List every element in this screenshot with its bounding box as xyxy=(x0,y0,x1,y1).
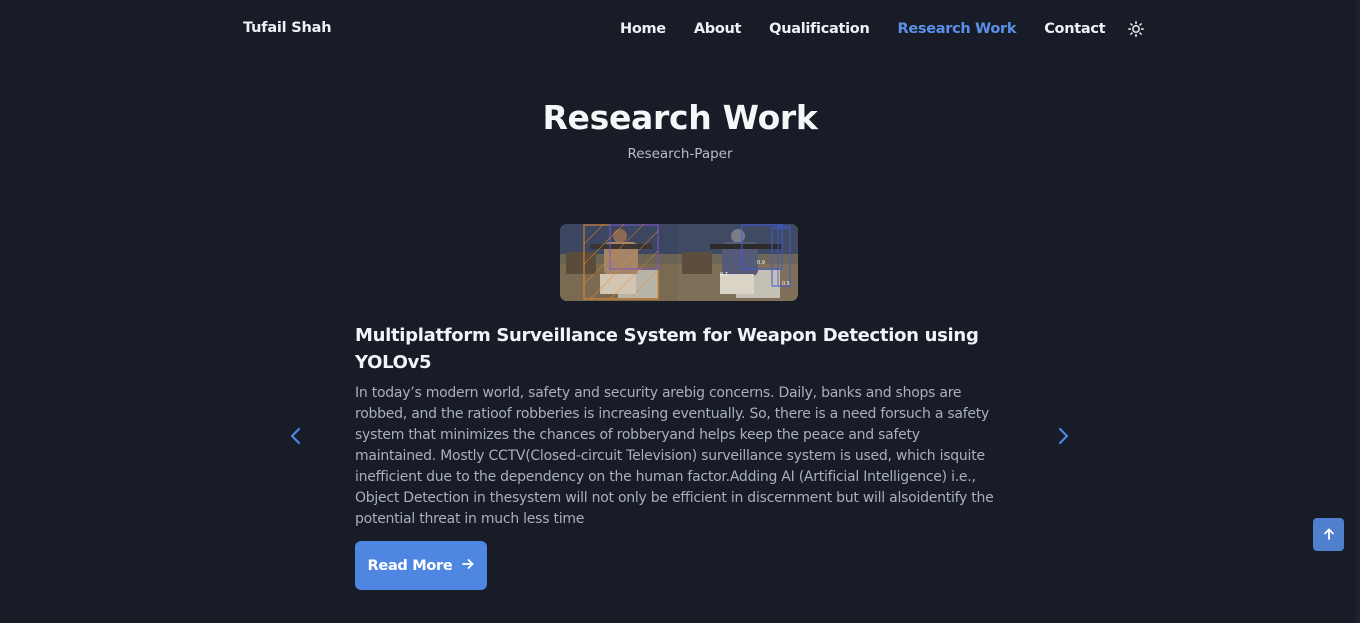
slide-title: Multiplatform Surveillance System for We… xyxy=(355,325,979,373)
site-logo[interactable]: Tufail Shah xyxy=(243,20,332,36)
scrollbar[interactable] xyxy=(1356,0,1360,623)
nav-contact[interactable]: Contact xyxy=(1044,21,1105,37)
weapon-detection-image: 0.7 0.9 0.5 xyxy=(560,224,798,301)
arrow-up-icon xyxy=(1323,525,1335,544)
section-subtitle: Research-Paper xyxy=(627,146,733,162)
arrow-right-icon xyxy=(462,558,474,574)
nav-home[interactable]: Home xyxy=(620,21,666,37)
read-more-label: Read More xyxy=(367,557,453,574)
detection-label-1: 0.7 xyxy=(720,272,728,278)
chevron-left-icon[interactable] xyxy=(284,424,308,448)
detection-label-2: 0.9 xyxy=(757,260,765,266)
scroll-to-top-button[interactable] xyxy=(1313,518,1344,551)
section-title: Research Work xyxy=(542,98,818,137)
main-nav: Home About Qualification Research Work C… xyxy=(620,20,1145,38)
slide-description: In today’s modern world, safety and secu… xyxy=(355,385,994,527)
detection-label-3: 0.5 xyxy=(782,281,790,287)
nav-about[interactable]: About xyxy=(694,21,742,37)
site-header: Tufail Shah Home About Qualification Res… xyxy=(0,0,1360,60)
chevron-right-icon[interactable] xyxy=(1051,424,1075,448)
sun-icon[interactable] xyxy=(1127,20,1145,38)
nav-research-work[interactable]: Research Work xyxy=(898,21,1017,37)
read-more-button[interactable]: Read More xyxy=(355,541,487,590)
page: Tufail Shah Home About Qualification Res… xyxy=(0,0,1360,623)
nav-qualification[interactable]: Qualification xyxy=(769,21,870,37)
